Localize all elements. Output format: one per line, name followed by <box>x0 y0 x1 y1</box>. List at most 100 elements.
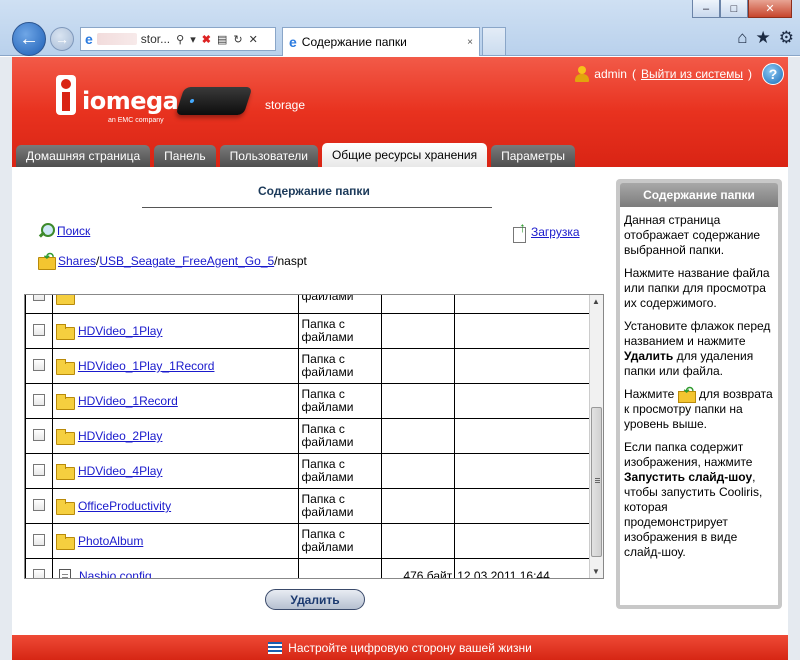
address-bar[interactable]: e stor... ⚲ ▾ ✖ ▤ ↻ ✕ <box>80 27 276 51</box>
logout-paren-open: ( <box>631 67 636 81</box>
app-footer: Настройте цифровую сторону вашей жизни <box>12 635 788 660</box>
storage-device-icon <box>175 87 253 115</box>
close-window-button[interactable]: ✕ <box>748 0 792 18</box>
folder-icon <box>55 358 75 375</box>
gear-icon[interactable]: ⚙ <box>779 28 794 48</box>
file-date <box>454 383 591 419</box>
help-paragraph: Нажмите название файла или папки для про… <box>624 266 770 310</box>
folder-icon <box>55 393 75 410</box>
help-paragraph: Нажмите для возврата к просмотру папки н… <box>624 384 774 432</box>
scroll-up-arrow-icon[interactable]: ▲ <box>592 297 600 306</box>
file-size <box>381 383 456 419</box>
delete-button[interactable]: Удалить <box>265 589 365 610</box>
file-date <box>454 348 591 384</box>
breadcrumb: Shares / USB_Seagate_FreeAgent_Go_5 /nas… <box>38 250 307 270</box>
folder-icon <box>55 428 75 445</box>
breadcrumb-shares[interactable]: Shares <box>58 254 96 268</box>
help-paragraph: Данная страница отображает содержание вы… <box>624 213 761 257</box>
dropdown-icon[interactable]: ▾ <box>190 33 196 46</box>
upload-icon <box>512 219 528 243</box>
row-checkbox[interactable] <box>32 498 45 511</box>
logout-paren-close: ) <box>748 67 752 81</box>
stop-icon[interactable]: ✖ <box>202 33 211 46</box>
help-text: Установите флажок перед названием и нажм… <box>624 319 771 348</box>
compat-view-icon[interactable]: ▤ <box>217 33 227 46</box>
file-name-link[interactable]: OfficeProductivity <box>78 499 171 513</box>
tab-users[interactable]: Пользователи <box>219 145 318 167</box>
upload-link-group[interactable]: Загрузка <box>512 219 580 243</box>
browser-chrome: – □ ✕ ← → e stor... ⚲ ▾ ✖ ▤ ↻ ✕ e Содерж… <box>0 0 800 56</box>
address-text: stor... <box>140 32 171 46</box>
file-type: файлами <box>301 330 354 344</box>
help-paragraph: Установите флажок перед названием и нажм… <box>624 319 774 379</box>
forward-arrow-icon[interactable]: → <box>50 27 74 51</box>
table-row: Nasbio.config 476 байт 12.03.2011 16:44 <box>25 558 591 578</box>
home-icon[interactable]: ⌂ <box>737 28 747 48</box>
file-name-link[interactable]: HDVideo_2Play <box>78 429 163 443</box>
refresh-icon[interactable]: ↻ <box>233 33 242 46</box>
file-name-link[interactable]: HDVideo_1Play <box>78 324 163 338</box>
file-list: файлами HDVideo_1Play Папка с файлами HDV… <box>24 294 604 579</box>
file-name-link[interactable]: Nasbio.config <box>79 569 152 578</box>
logout-link[interactable]: Выйти из системы <box>641 67 743 81</box>
upload-link[interactable]: Загрузка <box>531 225 580 239</box>
file-name-link[interactable]: HDVideo_4Play <box>78 464 163 478</box>
frame-right <box>788 57 800 660</box>
brand-name: iomega <box>82 87 179 115</box>
search-link-group[interactable]: Поиск <box>38 223 90 239</box>
file-size <box>381 348 456 384</box>
file-date <box>454 313 591 349</box>
main-content: Содержание папки Поиск Загрузка Shares /… <box>12 169 788 635</box>
file-icon <box>58 568 71 578</box>
row-checkbox[interactable] <box>32 533 45 546</box>
tab-shares[interactable]: Общие ресурсы хранения <box>321 143 488 167</box>
brand-subtitle: an EMC company <box>108 117 164 124</box>
row-checkbox[interactable] <box>32 463 45 476</box>
browser-tab-active[interactable]: e Содержание папки × <box>282 27 480 56</box>
folder-icon <box>55 498 75 515</box>
file-name-link[interactable]: PhotoAlbum <box>78 534 143 548</box>
file-size <box>381 488 456 524</box>
folder-up-icon[interactable] <box>38 250 56 270</box>
back-arrow-icon[interactable]: ← <box>12 22 46 56</box>
help-icon[interactable]: ? <box>762 63 784 85</box>
file-size <box>381 418 456 454</box>
table-row: PhotoAlbum Папка с файлами <box>25 523 591 559</box>
folder-icon <box>55 295 75 305</box>
file-name-link[interactable]: HDVideo_1Play_1Record <box>78 359 215 373</box>
maximize-button[interactable]: □ <box>720 0 748 18</box>
tab-settings[interactable]: Параметры <box>491 145 576 167</box>
tab-home[interactable]: Домашняя страница <box>16 145 151 167</box>
search-link[interactable]: Поиск <box>57 224 90 238</box>
scrollbar-thumb[interactable] <box>591 407 602 557</box>
file-size <box>381 313 456 349</box>
row-checkbox[interactable] <box>32 295 45 301</box>
close-icon[interactable]: ✕ <box>249 33 258 46</box>
file-size <box>381 453 456 489</box>
sidebar-title: Содержание папки <box>620 183 778 207</box>
file-type: файлами <box>301 505 354 519</box>
scroll-down-arrow-icon[interactable]: ▼ <box>592 567 600 576</box>
help-text: Если папка содержит изображения, нажмите <box>624 440 753 470</box>
file-type: файлами <box>301 400 354 414</box>
help-paragraph: Если папка содержит изображения, нажмите… <box>624 440 774 560</box>
row-checkbox[interactable] <box>32 393 45 406</box>
iomega-logo-icon <box>56 75 76 115</box>
ie-logo-icon: e <box>289 34 297 50</box>
file-name-link[interactable]: HDVideo_1Record <box>78 394 178 408</box>
file-date <box>454 453 591 489</box>
new-tab-button[interactable] <box>482 27 506 55</box>
row-checkbox[interactable] <box>32 358 45 371</box>
window-controls: – □ ✕ <box>692 0 792 18</box>
help-text: Нажмите <box>624 387 678 401</box>
row-checkbox[interactable] <box>32 568 45 578</box>
row-checkbox[interactable] <box>32 428 45 441</box>
tab-close-icon[interactable]: × <box>467 37 473 48</box>
search-icon[interactable]: ⚲ <box>176 33 184 46</box>
vertical-scrollbar[interactable]: ▲ ▼ <box>589 295 603 578</box>
favorites-star-icon[interactable]: ★ <box>756 28 771 48</box>
breadcrumb-drive[interactable]: USB_Seagate_FreeAgent_Go_5 <box>99 254 274 268</box>
minimize-button[interactable]: – <box>692 0 720 18</box>
tab-dashboard[interactable]: Панель <box>154 145 216 167</box>
row-checkbox[interactable] <box>32 323 45 336</box>
